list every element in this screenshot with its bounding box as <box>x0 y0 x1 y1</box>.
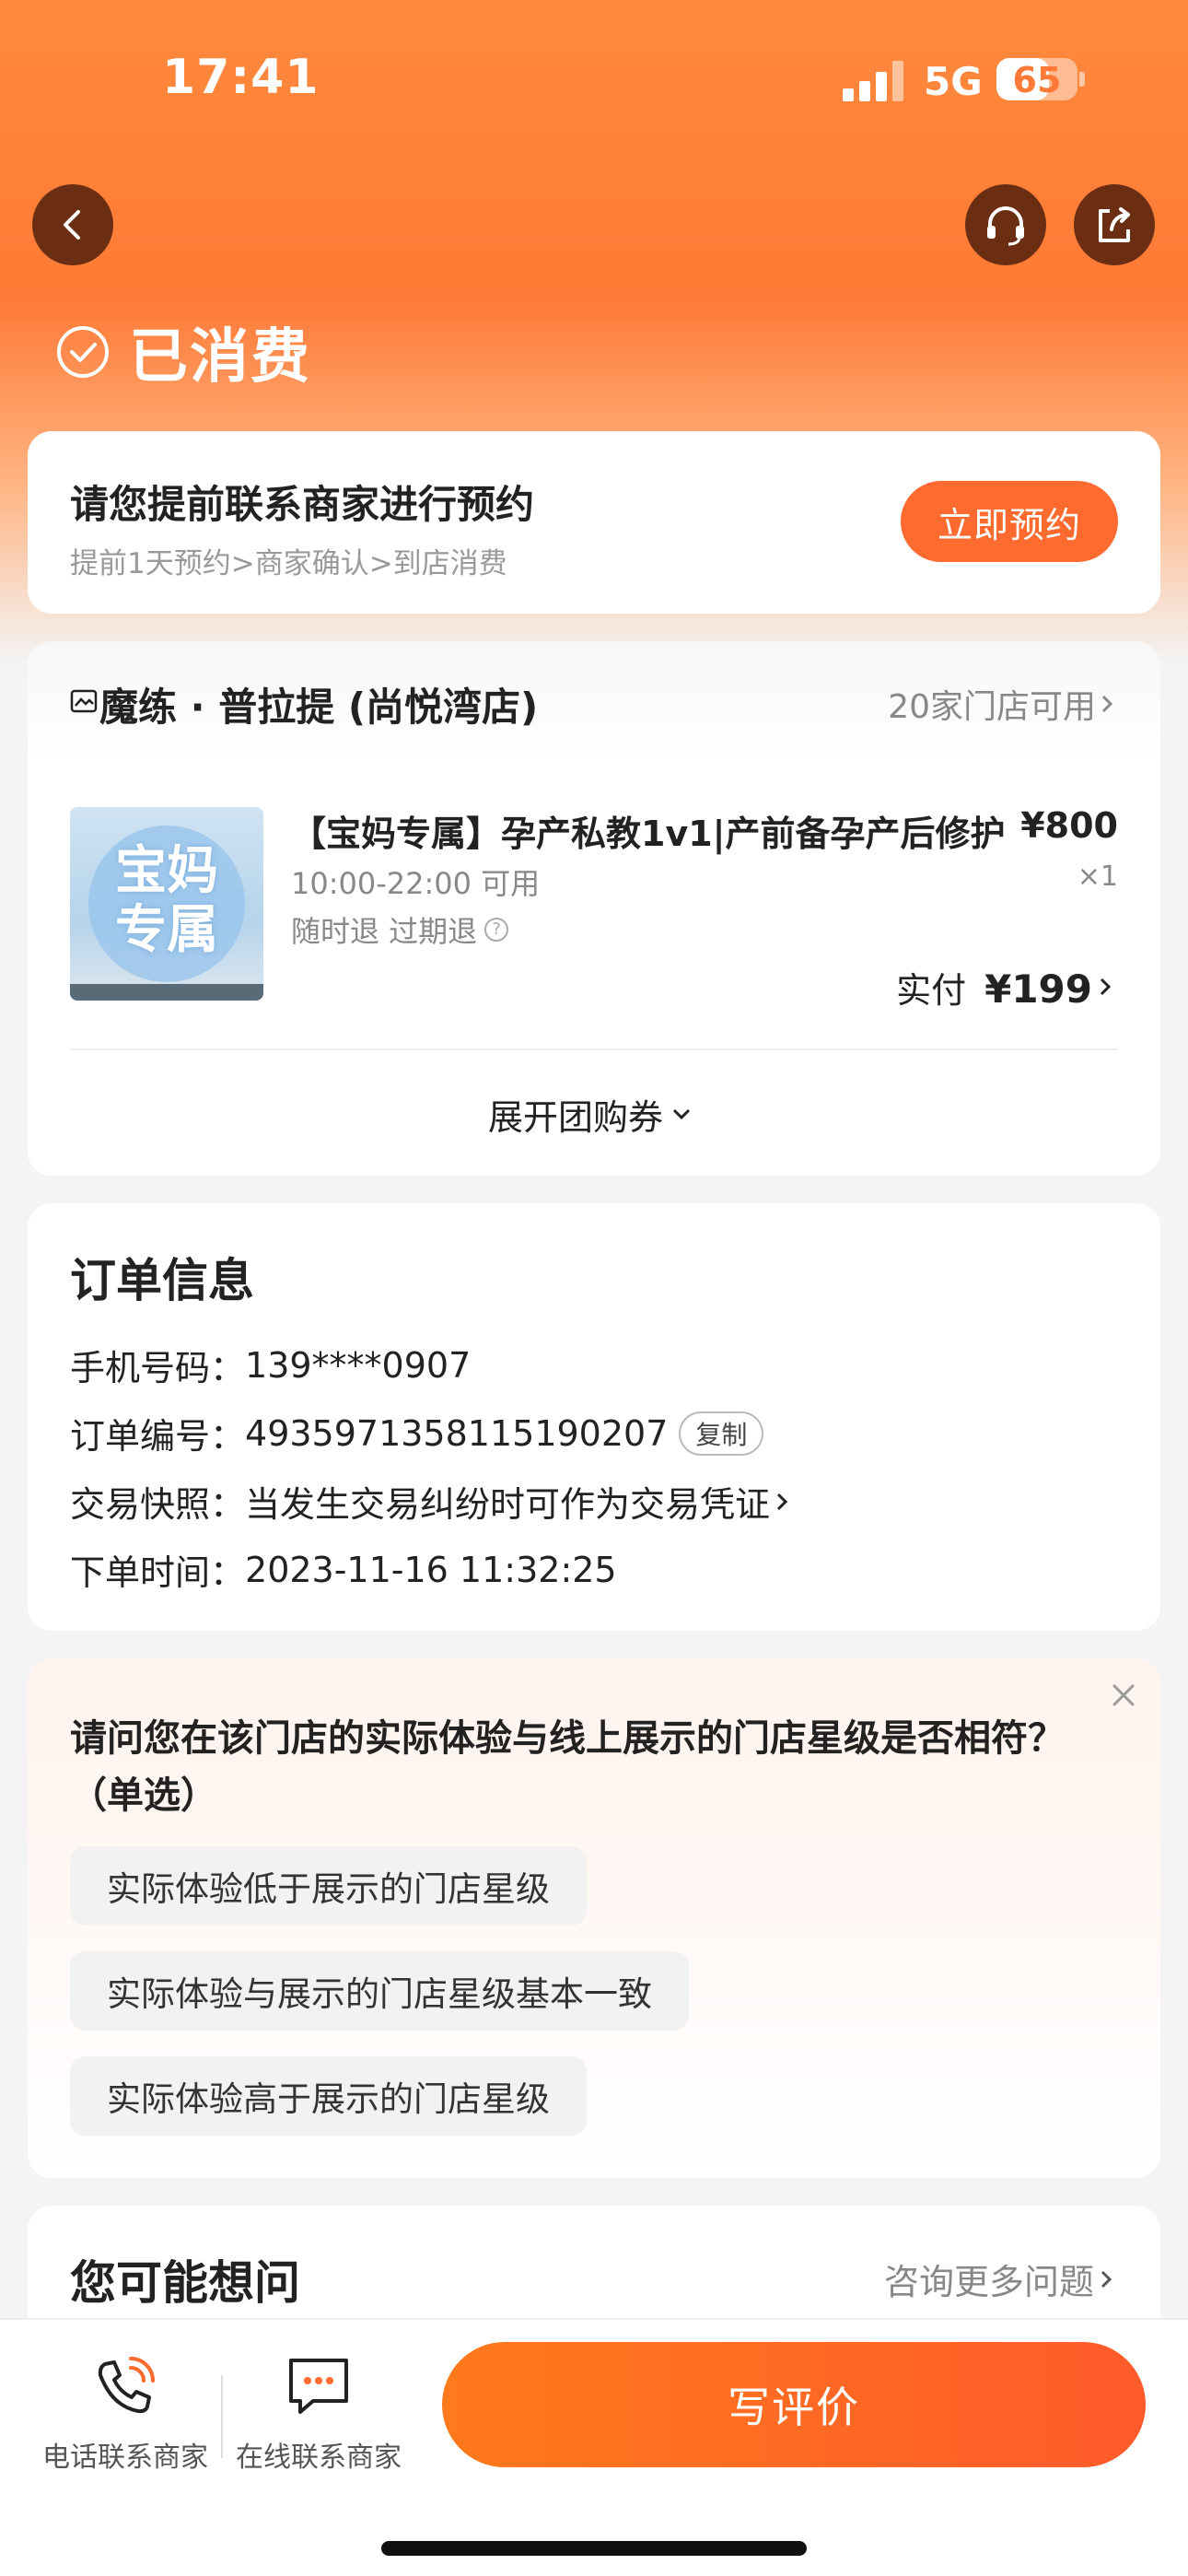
battery-icon: 65 <box>996 58 1077 100</box>
product-hours: 10:00-22:00 可用 <box>291 866 541 901</box>
network-type: 5G <box>924 59 983 104</box>
product-price: ¥800 <box>1020 805 1118 846</box>
order-status: 已消费 <box>55 310 311 394</box>
order-status-text: 已消费 <box>129 323 311 392</box>
more-questions-label: 咨询更多问题 <box>883 2262 1094 2302</box>
phone-value: 139****0907 <box>245 1344 472 1386</box>
headset-icon <box>987 206 1024 246</box>
order-number-label: 订单编号： <box>70 1416 246 1457</box>
paid-value: ¥199 <box>984 966 1092 1012</box>
survey-question: 请问您在该门店的实际体验与线上展示的门店星级是否相符？（单选） <box>70 1717 1065 1817</box>
product-quantity: ×1 <box>1077 861 1118 893</box>
separator <box>221 2375 223 2458</box>
snapshot-label: 交易快照： <box>70 1484 246 1525</box>
chevron-right-icon <box>1101 2270 1112 2288</box>
survey-option[interactable]: 实际体验高于展示的门店星级 <box>70 2056 587 2136</box>
available-stores-label: 20家门店可用 <box>888 688 1096 726</box>
expand-vouchers-label: 展开团购券 <box>487 1097 663 1138</box>
chat-merchant-button[interactable]: 在线联系商家 <box>227 2353 411 2475</box>
order-time-value: 2023-11-16 11:32:25 <box>245 1549 617 1590</box>
order-time-label: 下单时间： <box>70 1552 246 1593</box>
phone-label: 手机号码： <box>70 1348 246 1388</box>
back-button[interactable] <box>32 184 113 265</box>
more-questions-link[interactable]: 咨询更多问题 <box>884 2254 1118 2304</box>
chevron-right-icon <box>1101 695 1113 713</box>
thumbnail-strip <box>70 984 263 1001</box>
phone-icon <box>98 2357 155 2414</box>
expand-vouchers-button[interactable]: 展开团购券 <box>28 1089 1160 1140</box>
paid-amount-row[interactable]: 实付 ¥199 <box>896 962 1118 1013</box>
chat-icon <box>289 2359 348 2414</box>
survey-option[interactable]: 实际体验低于展示的门店星级 <box>70 1846 587 1926</box>
thumbnail-text: 宝妈专属 <box>115 841 218 960</box>
order-number-row: 订单编号： 4935971358115190207 复制 <box>70 1408 764 1458</box>
share-button[interactable] <box>1074 184 1155 265</box>
booking-card: 请您提前联系商家进行预约 提前1天预约>商家确认>到店消费 立即预约 <box>28 431 1160 614</box>
available-stores-link[interactable]: 20家门店可用 <box>888 680 1118 728</box>
chevron-down-icon <box>672 1108 691 1119</box>
bottom-action-bar: 电话联系商家 在线联系商家 写评价 <box>0 2318 1188 2576</box>
help-icon[interactable]: ? <box>484 918 509 942</box>
battery-tip <box>1079 72 1085 87</box>
booking-steps: 提前1天预约>商家确认>到店消费 <box>70 547 507 580</box>
refund-policy: 随时退 过期退 ? <box>291 908 509 951</box>
store-name: 魔练 · 普拉提 (尚悦湾店) <box>99 685 539 730</box>
paid-label: 实付 <box>896 970 967 1011</box>
order-info-card: 订单信息 手机号码： 139****0907 订单编号： 49359713581… <box>28 1203 1160 1631</box>
call-merchant-button[interactable]: 电话联系商家 <box>33 2353 217 2475</box>
order-number-value: 4935971358115190207 <box>245 1412 669 1454</box>
chat-merchant-label: 在线联系商家 <box>236 2441 402 2474</box>
survey-card: 请问您在该门店的实际体验与线上展示的门店星级是否相符？（单选） 实际体验低于展示… <box>28 1658 1160 2178</box>
phone-row: 手机号码： 139****0907 <box>70 1340 471 1390</box>
faq-title: 您可能想问 <box>70 2256 300 2310</box>
customer-service-button[interactable] <box>965 184 1046 265</box>
call-merchant-label: 电话联系商家 <box>42 2441 208 2474</box>
survey-option[interactable]: 实际体验与展示的门店星级基本一致 <box>70 1951 689 2031</box>
snapshot-row[interactable]: 交易快照： 当发生交易纠纷时可作为交易凭证 <box>70 1476 794 1527</box>
order-time-row: 下单时间： 2023-11-16 11:32:25 <box>70 1544 617 1595</box>
back-arrow-icon <box>64 210 80 240</box>
share-icon <box>1099 207 1130 242</box>
product-title[interactable]: 【宝妈专属】孕产私教1v1|产前备孕产后修护 <box>291 805 1006 856</box>
store-card: 魔练 · 普拉提 (尚悦湾店) 20家门店可用 宝妈专属 【宝妈专属】孕产私教1… <box>28 641 1160 1176</box>
status-bar: 17:41 5G 65 <box>0 0 1188 157</box>
product-thumbnail[interactable]: 宝妈专属 <box>70 807 263 1001</box>
copy-button[interactable]: 复制 <box>679 1411 764 1456</box>
chevron-right-icon <box>776 1493 788 1510</box>
order-info-title: 订单信息 <box>70 1254 254 1307</box>
status-time: 17:41 <box>162 50 320 105</box>
divider <box>70 1048 1118 1050</box>
refund-policy-text: 随时退 过期退 <box>291 914 478 949</box>
close-icon[interactable] <box>1105 1677 1142 1714</box>
chevron-right-icon <box>1100 978 1112 996</box>
signal-icon <box>843 61 903 101</box>
store-icon <box>70 689 98 713</box>
booking-title: 请您提前联系商家进行预约 <box>70 482 535 527</box>
snapshot-text: 当发生交易纠纷时可作为交易凭证 <box>245 1484 771 1525</box>
home-indicator <box>381 2541 807 2556</box>
store-header[interactable]: 魔练 · 普拉提 (尚悦湾店) 20家门店可用 <box>28 641 1160 761</box>
check-circle-icon <box>57 326 109 378</box>
battery-level: 65 <box>1012 60 1062 100</box>
write-review-button[interactable]: 写评价 <box>442 2342 1146 2467</box>
book-now-button[interactable]: 立即预约 <box>901 481 1118 562</box>
